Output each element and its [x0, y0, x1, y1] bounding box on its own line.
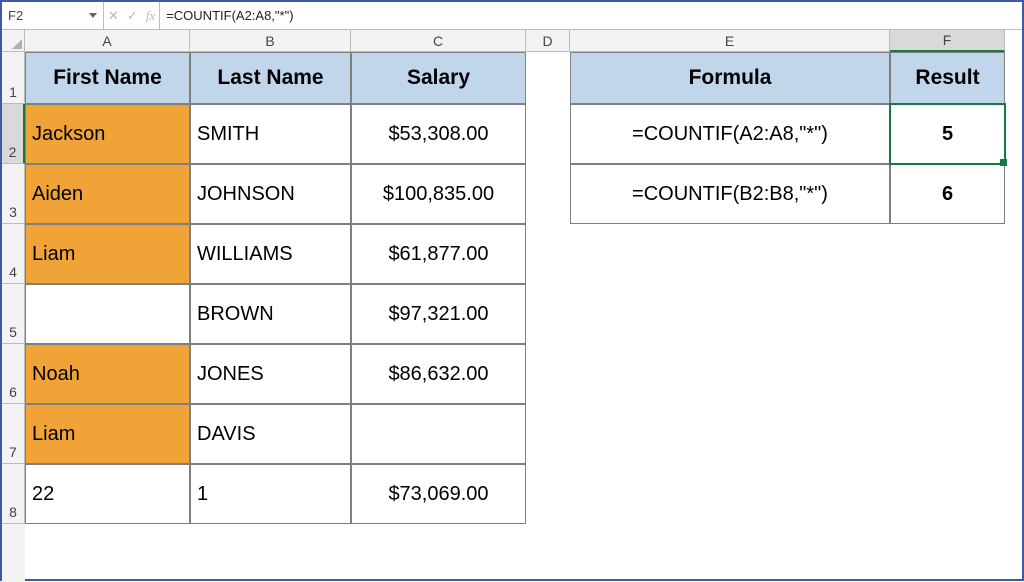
cell-A2[interactable]: Jackson — [25, 104, 190, 164]
cell-C7[interactable] — [351, 404, 526, 464]
row-header-4[interactable]: 4 — [2, 224, 25, 284]
cell-E1[interactable]: Formula — [570, 52, 890, 104]
row-header-7[interactable]: 7 — [2, 404, 25, 464]
name-box[interactable]: F2 — [2, 2, 104, 29]
fx-icon[interactable]: fx — [146, 8, 155, 24]
formula-bar: F2 ✕ ✓ fx =COUNTIF(A2:A8,"*") — [2, 2, 1022, 30]
cell-A3[interactable]: Aiden — [25, 164, 190, 224]
cell-B4[interactable]: WILLIAMS — [190, 224, 351, 284]
cell-B7[interactable]: DAVIS — [190, 404, 351, 464]
name-box-value: F2 — [8, 8, 23, 23]
cell-A6[interactable]: Noah — [25, 344, 190, 404]
cell-C3[interactable]: $100,835.00 — [351, 164, 526, 224]
cell-A8[interactable]: 22 — [25, 464, 190, 524]
cell-E2[interactable]: =COUNTIF(A2:A8,"*") — [570, 104, 890, 164]
cell-A4[interactable]: Liam — [25, 224, 190, 284]
cell-B2[interactable]: SMITH — [190, 104, 351, 164]
cell-A1[interactable]: First Name — [25, 52, 190, 104]
cell-A5[interactable] — [25, 284, 190, 344]
col-header-B[interactable]: B — [190, 30, 351, 52]
cell-B1[interactable]: Last Name — [190, 52, 351, 104]
sheet-area: A B C D E F 1 2 3 4 5 6 7 8 First NameLa… — [2, 30, 1022, 579]
col-header-F[interactable]: F — [890, 30, 1005, 52]
row-header-6[interactable]: 6 — [2, 344, 25, 404]
cell-B8[interactable]: 1 — [190, 464, 351, 524]
row-header-8[interactable]: 8 — [2, 464, 25, 524]
cell-B3[interactable]: JOHNSON — [190, 164, 351, 224]
row-header-2[interactable]: 2 — [2, 104, 25, 164]
col-header-D[interactable]: D — [526, 30, 570, 52]
column-headers: A B C D E F — [25, 30, 1005, 52]
cell-B6[interactable]: JONES — [190, 344, 351, 404]
cell-B5[interactable]: BROWN — [190, 284, 351, 344]
cell-C5[interactable]: $97,321.00 — [351, 284, 526, 344]
cells-grid[interactable]: First NameLast NameSalary FormulaResult Ja… — [25, 52, 1005, 582]
cell-C8[interactable]: $73,069.00 — [351, 464, 526, 524]
row-headers: 1 2 3 4 5 6 7 8 — [2, 52, 25, 582]
cell-C2[interactable]: $53,308.00 — [351, 104, 526, 164]
formula-bar-buttons: ✕ ✓ fx — [104, 2, 160, 29]
col-header-E[interactable]: E — [570, 30, 890, 52]
col-header-A[interactable]: A — [25, 30, 190, 52]
row-header-3[interactable]: 3 — [2, 164, 25, 224]
cell-F1[interactable]: Result — [890, 52, 1005, 104]
enter-icon[interactable]: ✓ — [127, 8, 138, 24]
row-header-1[interactable]: 1 — [2, 52, 25, 104]
cell-F3[interactable]: 6 — [890, 164, 1005, 224]
fill-handle[interactable] — [1000, 159, 1007, 166]
cancel-icon[interactable]: ✕ — [108, 8, 119, 24]
cell-A7[interactable]: Liam — [25, 404, 190, 464]
cell-C4[interactable]: $61,877.00 — [351, 224, 526, 284]
cell-C1[interactable]: Salary — [351, 52, 526, 104]
select-all-corner[interactable] — [2, 30, 25, 52]
cell-F2[interactable]: 5 — [890, 104, 1005, 164]
chevron-down-icon[interactable] — [89, 13, 97, 18]
col-header-C[interactable]: C — [351, 30, 526, 52]
cell-C6[interactable]: $86,632.00 — [351, 344, 526, 404]
cell-E3[interactable]: =COUNTIF(B2:B8,"*") — [570, 164, 890, 224]
formula-input[interactable]: =COUNTIF(A2:A8,"*") — [160, 8, 1022, 23]
row-header-5[interactable]: 5 — [2, 284, 25, 344]
